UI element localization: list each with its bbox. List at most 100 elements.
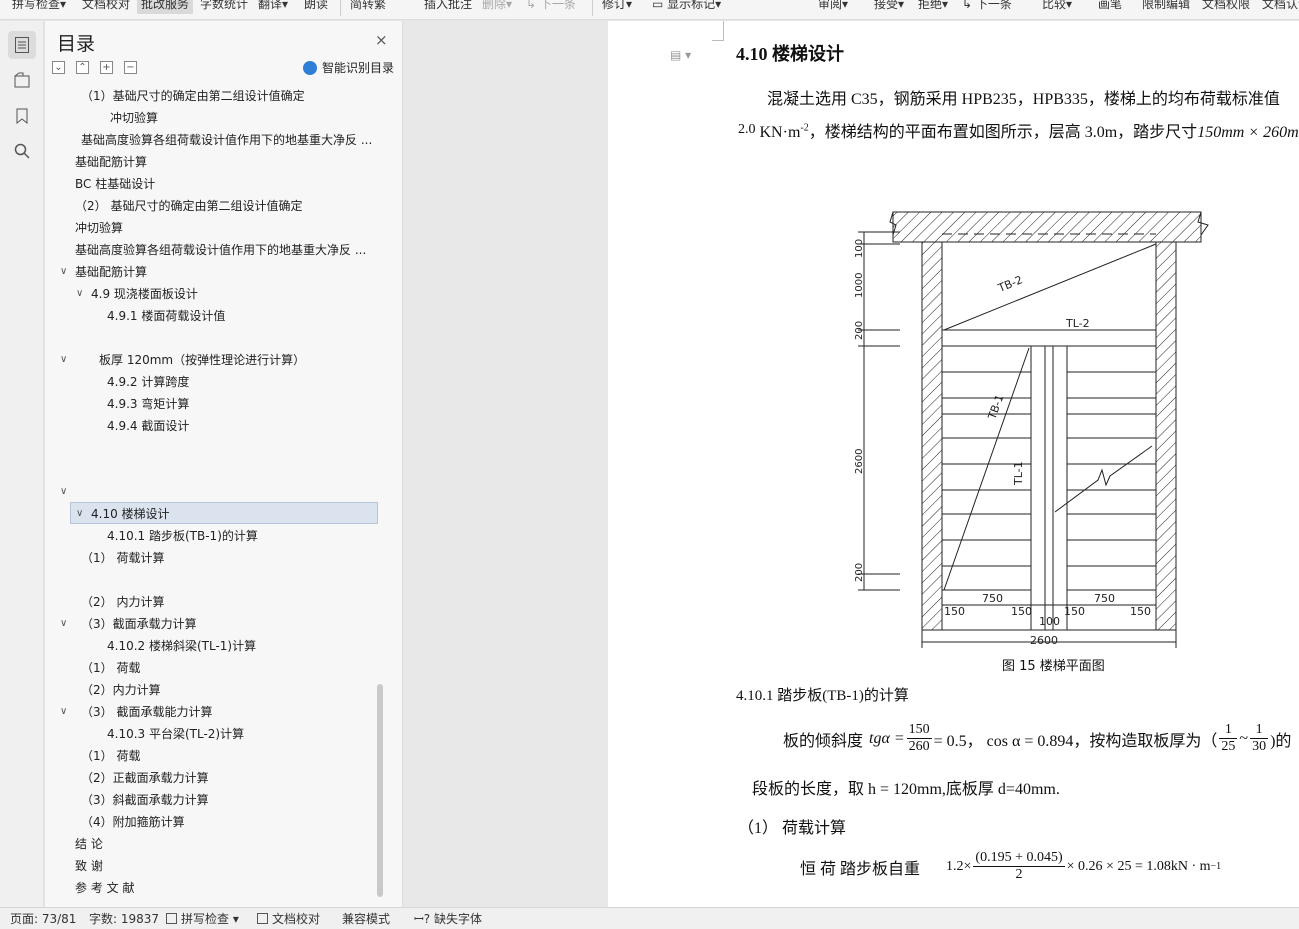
toc-item[interactable]: （1） 荷载 [81, 745, 140, 767]
toc-item[interactable]: （2） 基础尺寸的确定由第二组设计值确定 [75, 195, 302, 217]
dim-label: 150 [1064, 605, 1085, 618]
dim-label: 200 [854, 563, 865, 582]
pen-button[interactable]: 画笔 [1098, 0, 1122, 14]
toc-item[interactable]: （1） 荷载 [81, 657, 140, 679]
toc-item[interactable]: 基础高度验算各组荷载设计值作用下的地基重大净反 ... [75, 239, 366, 261]
nav-icon-bar [0, 21, 44, 907]
toc-item[interactable]: （1）基础尺寸的确定由第二组设计值确定 [81, 85, 305, 107]
toc-item[interactable]: 4.9.2 计算跨度 [107, 371, 189, 393]
fraction: 150 260 [906, 722, 932, 754]
simp-trad-button[interactable]: 简转繁 [350, 0, 386, 14]
dim-label: 100 [854, 239, 865, 258]
insert-comment-button[interactable]: 插入批注 [424, 0, 472, 14]
proofread-status[interactable]: 文档校对 [257, 908, 320, 929]
toc-item[interactable]: 4.10.3 平台梁(TL-2)计算 [107, 723, 244, 745]
toc-item[interactable]: 4.9.3 弯矩计算 [107, 393, 189, 415]
restrict-editing-button[interactable]: 限制编辑 [1142, 0, 1190, 14]
spell-check-status[interactable]: 拼写检查 ▾ [166, 908, 239, 929]
label-tl2: TL-2 [1065, 317, 1090, 330]
toc-item[interactable]: 基础配筋计算 [75, 151, 147, 173]
dim-label: 150 [944, 605, 965, 618]
chevron-down-icon[interactable]: ∨ [76, 283, 88, 305]
toc-scrollbar[interactable] [377, 684, 383, 897]
toc-item[interactable]: 结 论 [75, 833, 103, 855]
toc-item[interactable]: （1） 荷载计算 [81, 547, 164, 569]
chevron-down-icon[interactable]: ∨ [60, 613, 72, 635]
page-indicator[interactable]: 页面: 73/81 [10, 908, 76, 929]
track-changes-button[interactable]: 修订▾ [602, 0, 632, 14]
search-icon[interactable] [8, 137, 36, 165]
dim-label: 2600 [854, 449, 865, 474]
chevron-down-icon[interactable]: ∨ [60, 481, 72, 503]
toc-item[interactable]: 基础高度验算各组荷载设计值作用下的地基重大净反 ... [81, 129, 372, 151]
wps-writer-window: 拼写检查▾ 文档校对 批改服务 字数统计 翻译▾ 朗读 简转繁 插入批注 删除▾… [0, 0, 1299, 929]
toc-panel-icon[interactable] [8, 31, 36, 59]
toc-item[interactable]: （2） 内力计算 [81, 591, 164, 613]
toc-item[interactable]: 4.10.1 踏步板(TB-1)的计算 [107, 525, 258, 547]
doc-certify-button[interactable]: 文档认证 [1262, 0, 1299, 14]
missing-font[interactable]: ꟷ? 缺失字体 [414, 908, 482, 929]
chapter-nav-icon[interactable] [8, 66, 36, 94]
toc-item[interactable]: ∨ （3）截面承载力计算 [60, 613, 197, 635]
toc-item[interactable]: 冲切验算 [75, 217, 123, 239]
spell-check-button[interactable]: 拼写检查▾ [12, 0, 66, 14]
toc-item[interactable]: 参 考 文 献 [75, 877, 134, 899]
close-icon[interactable]: × [375, 31, 388, 49]
delete-comment-button[interactable]: 删除▾ [482, 0, 512, 14]
next-change-button[interactable]: ↳ 下一条 [962, 0, 1012, 14]
toc-list: （1）基础尺寸的确定由第二组设计值确定 冲切验算 基础高度验算各组荷载设计值作用… [47, 85, 382, 899]
word-count-button[interactable]: 字数统计 [200, 0, 248, 14]
compare-button[interactable]: 比较▾ [1042, 0, 1072, 14]
read-aloud-button[interactable]: 朗读 [304, 0, 328, 14]
toc-item[interactable]: ∨ （3） 截面承载能力计算 [60, 701, 212, 723]
toc-item[interactable]: 4.10.2 楼梯斜梁(TL-1)计算 [107, 635, 256, 657]
toc-item[interactable]: 4.9.1 楼面荷载设计值 [107, 305, 225, 327]
doc-proofread-button[interactable]: 文档校对 [82, 0, 130, 14]
doc-permission-button[interactable]: 文档权限 [1202, 0, 1250, 14]
fraction: 1 30 [1250, 722, 1269, 754]
chevron-down-icon[interactable]: ∨ [60, 349, 72, 371]
chevron-down-icon[interactable]: ∨ [60, 701, 72, 723]
toc-item[interactable]: （2）内力计算 [81, 679, 161, 701]
fraction: 1 25 [1219, 722, 1238, 754]
reject-button[interactable]: 拒绝▾ [918, 0, 948, 14]
smart-toc-button[interactable]: 智能识别目录 [303, 59, 394, 76]
compat-mode: 兼容模式 [342, 912, 391, 926]
toc-item[interactable]: 致 谢 [75, 855, 103, 877]
remove-heading-icon[interactable]: − [124, 61, 137, 74]
review-ribbon: 拼写检查▾ 文档校对 批改服务 字数统计 翻译▾ 朗读 简转繁 插入批注 删除▾… [0, 0, 1299, 20]
add-heading-icon[interactable]: + [100, 61, 113, 74]
toc-item[interactable]: （3）斜截面承载力计算 [81, 789, 209, 811]
accept-button[interactable]: 接受▾ [874, 0, 904, 14]
reviewing-pane-button[interactable]: 审阅▾ [818, 0, 848, 14]
expand-all-icon[interactable]: ⌃ [76, 61, 89, 74]
smart-toc-label: 智能识别目录 [322, 61, 395, 75]
bookmark-icon[interactable] [8, 102, 36, 130]
figure-caption: 图 15 楼梯平面图 [1002, 659, 1105, 674]
dim-label: 750 [1094, 592, 1115, 605]
paragraph-menu-icon[interactable]: ▤ ▾ [670, 48, 691, 62]
word-count[interactable]: 字数: 19837 [89, 908, 159, 929]
toc-item[interactable]: ∨ [60, 481, 75, 503]
toc-item[interactable]: 4.9.4 截面设计 [107, 415, 189, 437]
toc-item[interactable]: BC 柱基础设计 [75, 173, 155, 195]
show-markup-button[interactable]: ▭ 显示标记▾ [652, 0, 721, 14]
toc-item[interactable]: ∨ 板厚 120mm（按弹性理论进行计算） [60, 349, 305, 371]
toc-item[interactable]: ∨ 4.9 现浇楼面板设计 [76, 283, 198, 305]
chevron-down-icon[interactable]: ∨ [76, 503, 88, 525]
toc-item[interactable]: （4）附加箍筋计算 [81, 811, 185, 833]
next-comment-button[interactable]: ↳ 下一条 [526, 0, 576, 14]
translate-button[interactable]: 翻译▾ [258, 0, 288, 14]
paragraph-line: 段板的长度，取 h = 120mm,底板厚 d=40mm. [752, 781, 1060, 798]
stair-plan-figure: TB-2 TL-2 TB-1 TL-1 100 1000 200 2600 20… [854, 211, 1209, 648]
toc-item[interactable]: ∨ 基础配筋计算 [60, 261, 147, 283]
dim-label: 200 [854, 321, 865, 340]
toc-item[interactable]: 冲切验算 [110, 107, 158, 129]
correction-service-button[interactable]: 批改服务 [137, 0, 194, 14]
ribbon-separator [592, 0, 593, 16]
toc-item[interactable]: （2）正截面承载力计算 [81, 767, 209, 789]
collapse-all-icon[interactable]: ⌄ [52, 61, 65, 74]
chevron-down-icon[interactable]: ∨ [60, 261, 72, 283]
dim-label: 2600 [1030, 634, 1058, 647]
toc-item-selected[interactable]: ∨ 4.10 楼梯设计 [70, 502, 378, 524]
